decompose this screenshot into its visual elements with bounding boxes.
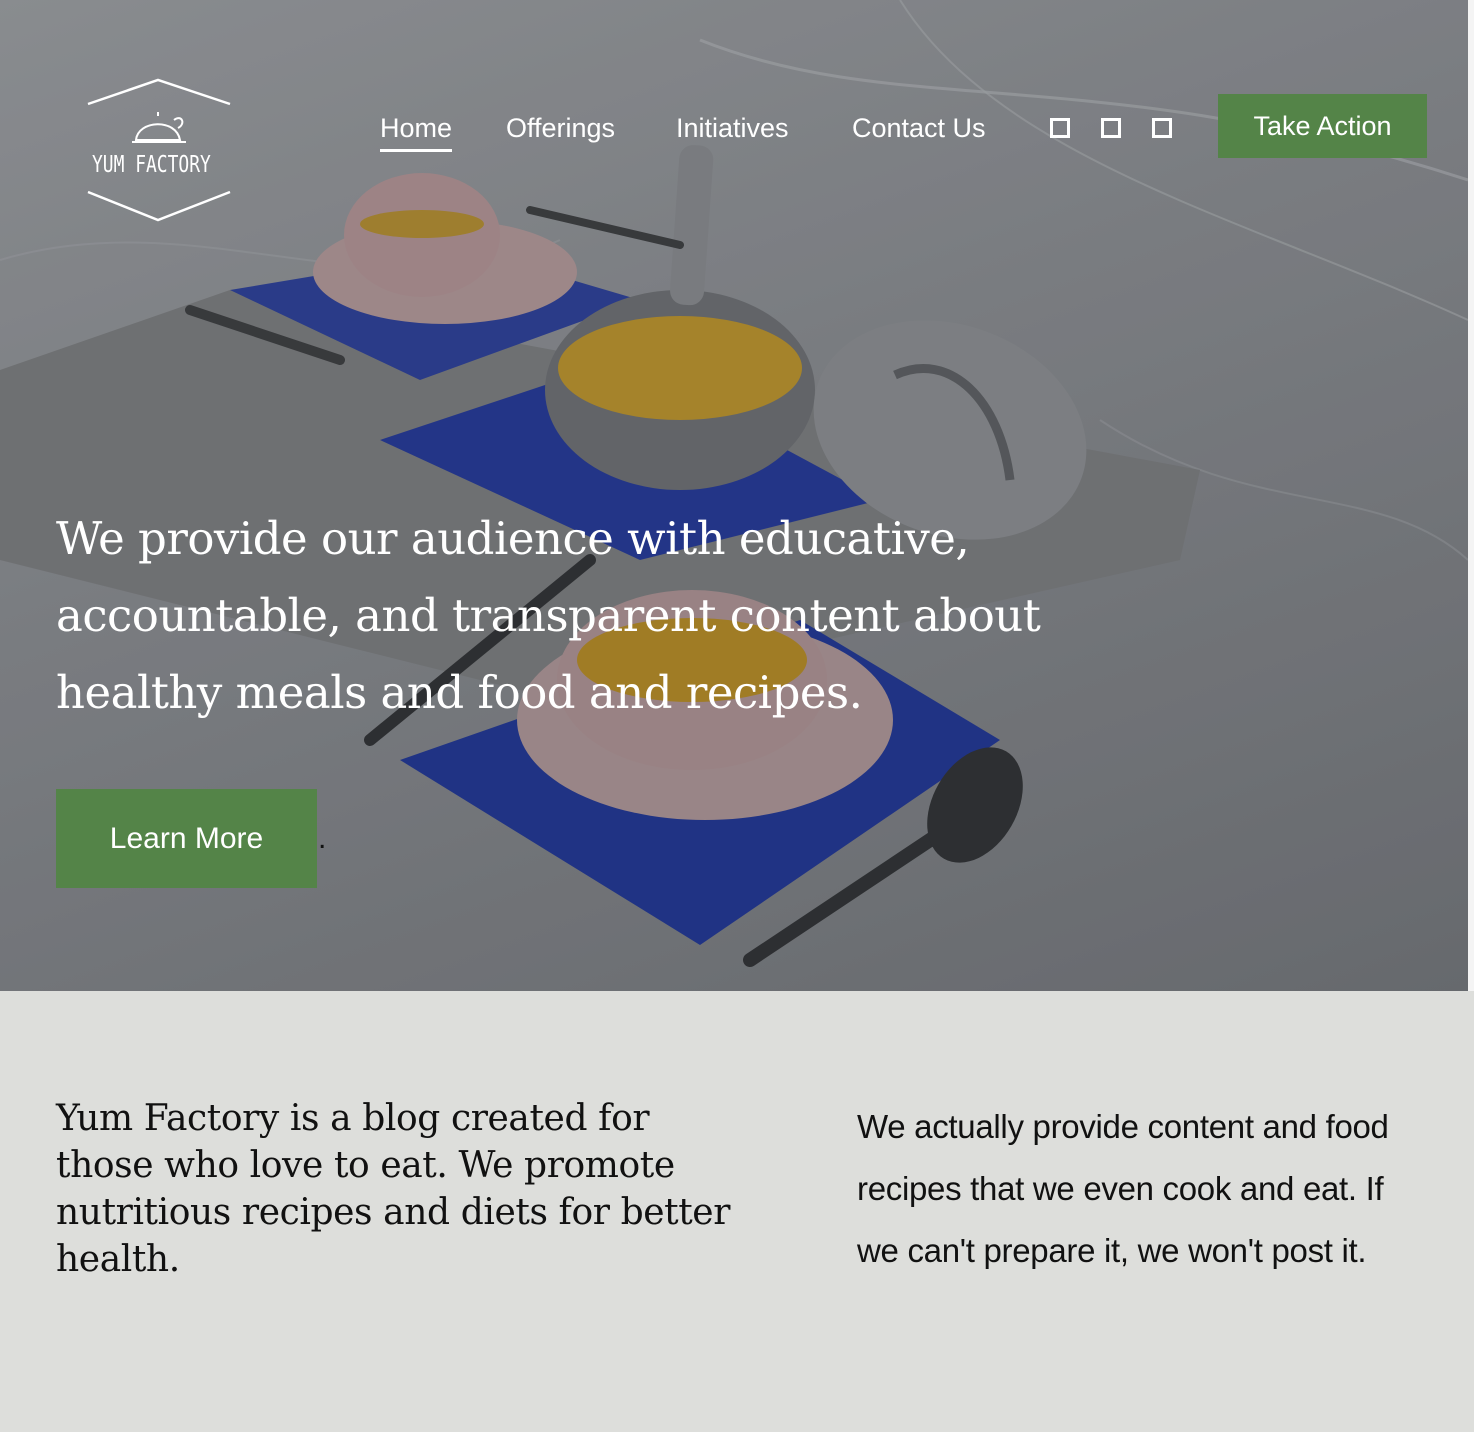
page: YUM FACTORY Home Offerings Initiatives C…	[0, 0, 1474, 1432]
about-section: Yum Factory is a blog created for those …	[0, 991, 1474, 1432]
yum-factory-logo[interactable]	[84, 78, 234, 224]
learn-more-button[interactable]: Learn More	[56, 789, 317, 888]
hero-section: YUM FACTORY Home Offerings Initiatives C…	[0, 0, 1468, 991]
hero-headline: We provide our audience with educative, …	[56, 512, 1041, 719]
trailing-period: .	[318, 822, 327, 855]
page-right-edge	[1468, 0, 1474, 991]
social-link-3-square-icon[interactable]	[1152, 118, 1172, 138]
nav-item-contact-us[interactable]: Contact Us	[852, 108, 986, 148]
nav-item-home[interactable]: Home	[380, 108, 453, 152]
logo-wordmark: YUM FACTORY	[92, 152, 211, 178]
about-intro-text: Yum Factory is a blog created for those …	[56, 1098, 731, 1280]
take-action-button[interactable]: Take Action	[1218, 94, 1427, 158]
nav-item-offerings[interactable]: Offerings	[506, 108, 615, 148]
social-link-2-square-icon[interactable]	[1101, 118, 1121, 138]
about-detail-text: We actually provide content and food rec…	[857, 1108, 1389, 1269]
nav-item-initiatives[interactable]: Initiatives	[676, 108, 789, 148]
social-link-1-square-icon[interactable]	[1050, 118, 1070, 138]
